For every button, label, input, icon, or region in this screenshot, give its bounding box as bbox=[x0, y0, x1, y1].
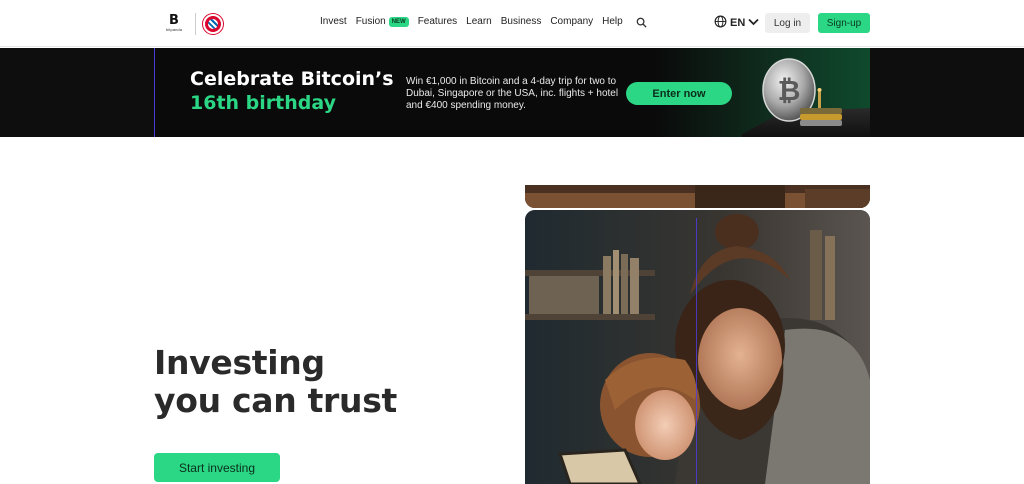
bitpanda-logo-mark: B bbox=[169, 13, 179, 28]
new-badge: NEW bbox=[388, 17, 409, 27]
partner-crest-pattern bbox=[208, 18, 218, 29]
bitpanda-logo[interactable]: B bitpanda bbox=[160, 13, 188, 32]
search-icon[interactable] bbox=[635, 15, 649, 29]
promo-title-line2: 16th birthday bbox=[190, 92, 336, 114]
language-label: EN bbox=[730, 17, 746, 29]
chevron-down-icon bbox=[748, 17, 759, 29]
login-button[interactable]: Log in bbox=[765, 13, 810, 33]
top-navigation-bar: B bitpanda Invest Fusion NEW Features Le… bbox=[0, 0, 1024, 47]
partner-crest-logo bbox=[203, 13, 223, 34]
nav-fusion-label: Fusion bbox=[355, 16, 386, 27]
bitpanda-logo-word: bitpanda bbox=[165, 27, 183, 32]
brand-logo[interactable]: B bitpanda bbox=[160, 10, 223, 37]
nav-features[interactable]: Features bbox=[418, 15, 457, 29]
promo-description: Win €1,000 in Bitcoin and a 4-day trip f… bbox=[406, 76, 619, 111]
hero-photo-strip bbox=[525, 185, 870, 208]
nav-company[interactable]: Company bbox=[550, 15, 593, 29]
nav-invest[interactable]: Invest bbox=[320, 15, 347, 29]
promo-title-line1: Celebrate Bitcoin’s bbox=[190, 68, 394, 90]
language-selector[interactable]: EN bbox=[714, 15, 759, 31]
hero-title-line2: you can trust bbox=[154, 381, 398, 420]
globe-icon bbox=[714, 15, 727, 31]
layout-guide-line bbox=[154, 48, 155, 137]
layout-guide-line bbox=[696, 218, 697, 484]
hero-photo-father-and-child bbox=[525, 210, 870, 484]
hero-title-line1: Investing bbox=[154, 343, 325, 382]
signup-button[interactable]: Sign-up bbox=[818, 13, 870, 33]
start-investing-button[interactable]: Start investing bbox=[154, 453, 280, 482]
main-nav: Invest Fusion NEW Features Learn Busines… bbox=[320, 15, 649, 29]
logo-divider bbox=[195, 12, 196, 35]
enter-now-button[interactable]: Enter now bbox=[626, 82, 732, 105]
nav-learn[interactable]: Learn bbox=[466, 15, 492, 29]
bitcoin-coin-illustration: ₿ bbox=[742, 48, 870, 137]
svg-text:₿: ₿ bbox=[778, 74, 801, 107]
nav-business[interactable]: Business bbox=[501, 15, 542, 29]
nav-help[interactable]: Help bbox=[602, 15, 623, 29]
nav-fusion[interactable]: Fusion NEW bbox=[356, 15, 409, 29]
